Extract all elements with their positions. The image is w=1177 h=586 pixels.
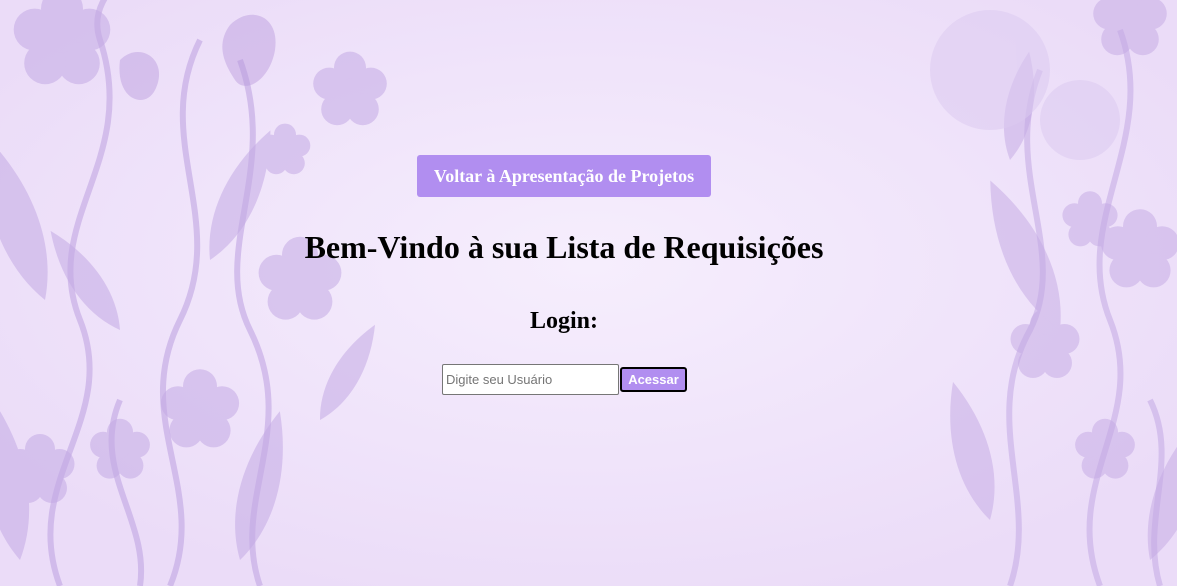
page-content: Voltar à Apresentação de Projetos Bem-Vi… bbox=[0, 0, 1177, 586]
back-to-projects-button[interactable]: Voltar à Apresentação de Projetos bbox=[417, 155, 711, 197]
page-title: Bem-Vindo à sua Lista de Requisições bbox=[304, 229, 824, 265]
access-button[interactable]: Acessar bbox=[620, 367, 687, 392]
login-heading: Login: bbox=[529, 308, 598, 334]
login-form: Acessar bbox=[442, 364, 687, 395]
username-input[interactable] bbox=[442, 364, 619, 395]
